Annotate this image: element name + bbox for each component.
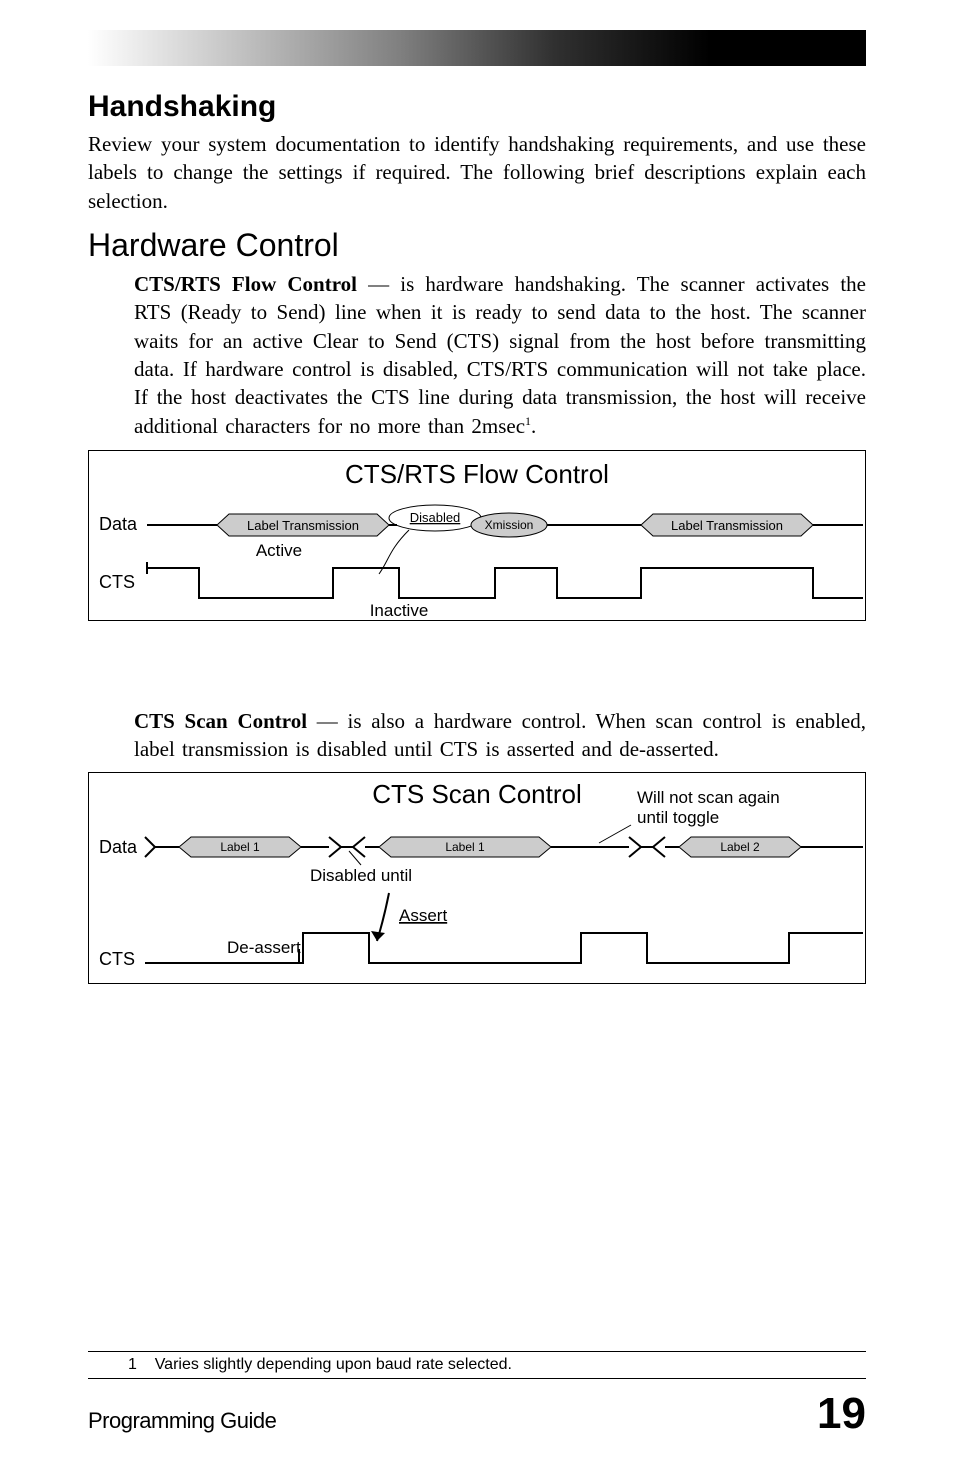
spacer-1 (88, 621, 866, 707)
footnote-text: Varies slightly depending upon baud rate… (155, 1356, 512, 1373)
diagram1-title: CTS/RTS Flow Control (89, 451, 865, 500)
diag1-cts-label: CTS (99, 572, 135, 592)
footnote-num: 1 (128, 1356, 137, 1373)
footnote-rule-bottom (88, 1378, 866, 1379)
diagram1-svg: Data Label Transmission Disabled Xmissio… (89, 500, 865, 620)
diag2-deassert-text: De-assert (227, 938, 301, 957)
diag2-disabled-until: Disabled until (310, 866, 412, 885)
para-period: . (531, 414, 536, 438)
diag1-cts-waveform (147, 568, 863, 598)
diag1-active-text: Active (256, 541, 302, 560)
footer-left: Programming Guide (88, 1408, 276, 1434)
page-footer: Programming Guide 19 (88, 1389, 866, 1439)
diag2-hex2-text: Label 2 (720, 840, 760, 854)
diag2-cts-label: CTS (99, 949, 135, 969)
diag2-data-label: Data (99, 837, 138, 857)
para-cts-rts-rest: — is hardware handshaking. The scanner a… (134, 272, 866, 438)
diag2-sep-right-2 (629, 837, 641, 857)
diag2-noscan-line1: Will not scan again (637, 788, 780, 807)
heading-handshaking: Handshaking (88, 90, 866, 124)
diag2-sep-right-1 (329, 837, 341, 857)
diag2-hex1b-text: Label 1 (445, 840, 485, 854)
diag1-data-label: Data (99, 514, 138, 534)
para-cts-scan-bold: CTS Scan Control (134, 709, 307, 733)
diag2-assert-arrow-head (371, 931, 385, 941)
diag2-hex1a-text: Label 1 (220, 840, 260, 854)
footnote-1: 1 Varies slightly depending upon baud ra… (88, 1352, 866, 1378)
diag2-sep-left-1 (353, 837, 365, 857)
diag2-noscan-callout (599, 825, 631, 843)
diag1-disabled-text: Disabled (410, 510, 461, 525)
diag1-hex2-text: Label Transmission (671, 518, 783, 533)
page: Handshaking Review your system documenta… (0, 0, 954, 1475)
diag1-xmission-text: Xmission (485, 518, 534, 532)
header-gradient-bar (88, 30, 866, 66)
para-cts-rts: CTS/RTS Flow Control — is hardware hands… (134, 270, 866, 440)
diagram2-title: CTS Scan Control (372, 779, 582, 809)
diagram2-svg: CTS Scan Control Will not scan again unt… (89, 773, 865, 983)
footer-page-number: 19 (817, 1389, 866, 1439)
diag1-inactive-text: Inactive (370, 601, 429, 620)
para-cts-rts-bold: CTS/RTS Flow Control (134, 272, 357, 296)
diag2-lead-tip (145, 837, 155, 857)
diag1-hex1-text: Label Transmission (247, 518, 359, 533)
diagram-cts-rts-flow-control: CTS/RTS Flow Control Data Label Transmis… (88, 450, 866, 621)
heading-hardware-control: Hardware Control (88, 227, 866, 264)
footnote-block: 1 Varies slightly depending upon baud ra… (88, 1351, 866, 1379)
para-cts-scan: CTS Scan Control — is also a hardware co… (134, 707, 866, 764)
diag2-assert-text: Assert (399, 906, 447, 925)
diag2-noscan-line2: until toggle (637, 808, 719, 827)
diag2-sep-left-2 (653, 837, 665, 857)
diagram-cts-scan-control: CTS Scan Control Will not scan again unt… (88, 772, 866, 984)
intro-paragraph: Review your system documentation to iden… (88, 130, 866, 215)
